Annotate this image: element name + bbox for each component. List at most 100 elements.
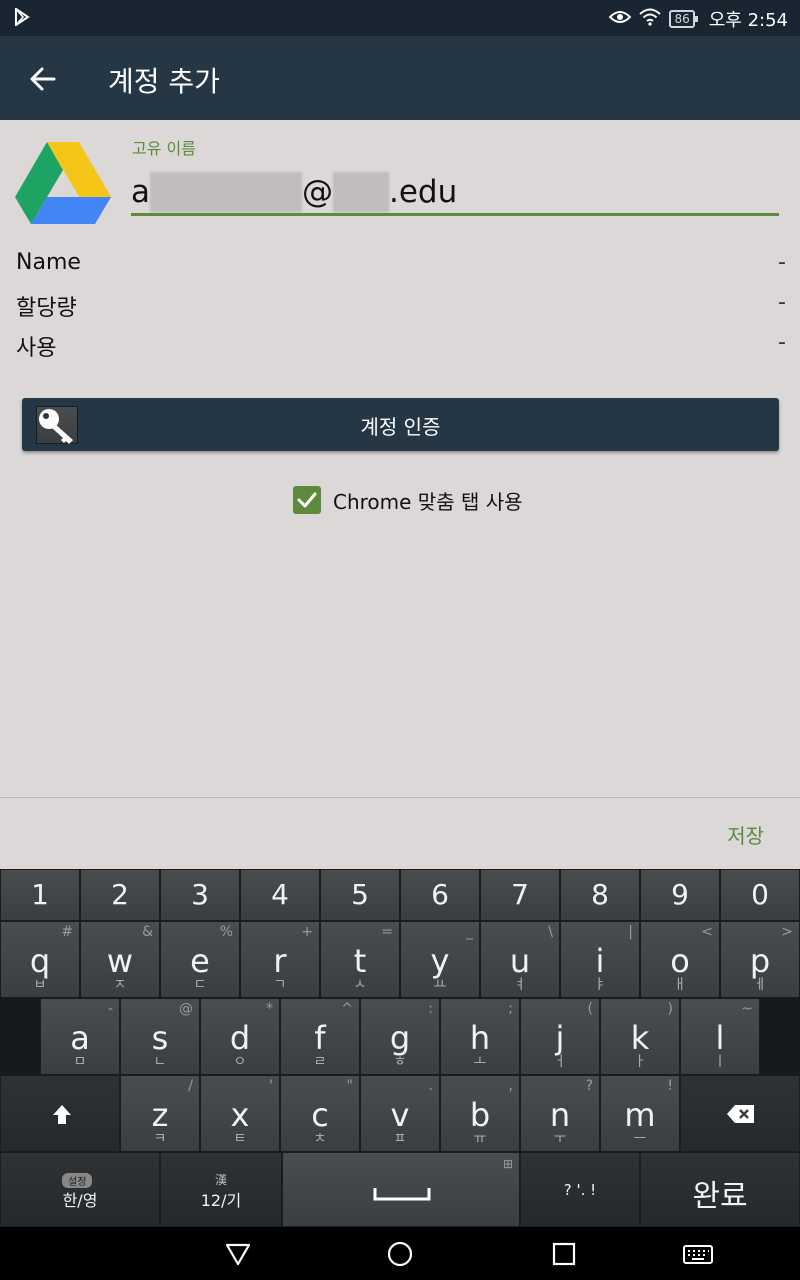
shift-key[interactable] <box>0 1075 120 1152</box>
letter-key[interactable]: a-ㅁ <box>40 998 120 1075</box>
unique-name-label: 고유 이름 <box>132 139 196 158</box>
letter-key[interactable]: j(ㅓ <box>520 998 600 1075</box>
letter-key[interactable]: g:ㅎ <box>360 998 440 1075</box>
number-key[interactable]: 2 <box>80 869 160 921</box>
authenticate-account-button[interactable]: 계정 인증 <box>22 398 779 451</box>
key-symbol: ~ <box>741 1001 753 1017</box>
backspace-key[interactable] <box>680 1075 800 1152</box>
key-symbol: % <box>219 924 233 940</box>
letter-key[interactable]: z / ㅋ <box>120 1075 200 1152</box>
chrome-custom-tabs-option[interactable]: Chrome 맞춤 탭 사용 <box>293 485 523 515</box>
key-symbol: . <box>428 1078 433 1094</box>
number-key[interactable]: 0 <box>720 869 800 921</box>
key-hangul: ㄱ <box>273 977 287 993</box>
letter-key[interactable]: v.ㅍ <box>360 1075 440 1152</box>
check-icon <box>297 492 317 508</box>
key-hangul: ㅣ <box>713 1054 727 1070</box>
space-key[interactable]: ⊞ <box>282 1152 520 1227</box>
info-row-name: Name - <box>16 250 786 280</box>
letter-key[interactable]: k) ㅏ <box>600 998 680 1075</box>
letter-key[interactable]: i | ㅑ <box>560 921 640 998</box>
key-label: 3 <box>191 878 209 911</box>
key-hangul: ㅈ <box>113 977 127 993</box>
letter-key[interactable]: m! ㅡ <box>600 1075 680 1152</box>
navigation-bar <box>0 1227 800 1280</box>
number-key[interactable]: 3 <box>160 869 240 921</box>
key-label: 9 <box>671 878 689 911</box>
key-label: 5 <box>351 878 369 911</box>
key-symbol: / <box>188 1078 193 1094</box>
number-key[interactable]: 9 <box>640 869 720 921</box>
redacted-block <box>333 172 389 212</box>
letter-key[interactable]: x ' ㅌ <box>200 1075 280 1152</box>
input-underline <box>131 213 779 216</box>
letter-key[interactable]: y _ ㅛ <box>400 921 480 998</box>
symbol-toggle-key[interactable]: 漢 12/기 <box>160 1152 282 1227</box>
space-icon <box>373 1188 431 1201</box>
letter-key[interactable]: u \ ㅕ <box>480 921 560 998</box>
redacted-block <box>150 172 302 212</box>
letter-key[interactable]: r + ㄱ <box>240 921 320 998</box>
divider <box>0 797 800 798</box>
letter-key[interactable]: b,ㅠ <box>440 1075 520 1152</box>
home-circle-icon[interactable] <box>386 1240 414 1268</box>
recents-square-icon[interactable] <box>550 1240 578 1268</box>
key-symbol: * <box>266 1001 273 1017</box>
letter-key[interactable]: e% ㄷ <box>160 921 240 998</box>
number-key[interactable]: 1 <box>0 869 80 921</box>
symbol-toggle-label: 12/기 <box>200 1191 242 1210</box>
key-hangul: ㅅ <box>353 977 367 993</box>
number-key[interactable]: 5 <box>320 869 400 921</box>
language-toggle-key[interactable]: 설정 한/영 <box>0 1152 160 1227</box>
back-triangle-icon[interactable] <box>224 1240 252 1268</box>
key-symbol: \ <box>548 924 553 940</box>
punctuation-key[interactable]: ? '. ! <box>520 1152 640 1227</box>
number-key[interactable]: 8 <box>560 869 640 921</box>
letter-key[interactable]: c " ㅊ <box>280 1075 360 1152</box>
key-symbol: - <box>107 1001 113 1017</box>
key-hangul: ㅡ <box>633 1131 647 1147</box>
key-symbol: " <box>346 1078 353 1094</box>
app-bar: 계정 추가 <box>0 36 800 120</box>
key-hangul: ㄷ <box>193 977 207 993</box>
key-label: 4 <box>271 878 289 911</box>
key-hangul: ㅌ <box>233 1131 247 1147</box>
key-symbol: _ <box>466 924 473 940</box>
letter-key[interactable]: n? ㅜ <box>520 1075 600 1152</box>
info-value: - <box>778 250 786 275</box>
key-hangul: ㅍ <box>393 1131 407 1147</box>
letter-key[interactable]: q # ㅂ <box>0 921 80 998</box>
letter-key[interactable]: h; ㅗ <box>440 998 520 1075</box>
unique-name-input[interactable]: a @ .edu <box>131 170 457 214</box>
letter-key[interactable]: s @ ㄴ <box>120 998 200 1075</box>
letter-key[interactable]: l ~ ㅣ <box>680 998 760 1075</box>
key-symbol: + <box>301 924 313 940</box>
back-arrow-icon[interactable] <box>28 64 58 94</box>
letter-key[interactable]: p > ㅔ <box>720 921 800 998</box>
letter-key[interactable]: d * ㅇ <box>200 998 280 1075</box>
settings-badge: 설정 <box>62 1173 93 1188</box>
page-title: 계정 추가 <box>108 65 220 98</box>
punctuation-label: ? '. ! <box>563 1181 597 1199</box>
wifi-icon <box>639 8 662 31</box>
letter-key[interactable]: w & ㅈ <box>80 921 160 998</box>
keyboard-switch-icon[interactable] <box>682 1240 714 1268</box>
save-button[interactable]: 저장 <box>727 820 764 849</box>
info-row-quota: 할당량 - <box>16 290 786 321</box>
authenticate-account-label: 계정 인증 <box>360 415 441 439</box>
info-label: 사용 <box>16 336 57 361</box>
status-bar: 86 오후 2:54 <box>0 0 800 36</box>
letter-key[interactable]: t = ㅅ <box>320 921 400 998</box>
number-key[interactable]: 6 <box>400 869 480 921</box>
key-label: 6 <box>431 878 449 911</box>
number-key[interactable]: 4 <box>240 869 320 921</box>
checkbox-checked[interactable] <box>293 486 321 514</box>
key-hangul: ㅜ <box>553 1131 567 1147</box>
key-symbol: < <box>701 924 713 940</box>
number-key[interactable]: 7 <box>480 869 560 921</box>
letter-key[interactable]: f ^ ㄹ <box>280 998 360 1075</box>
done-key[interactable]: 완료 <box>640 1152 800 1227</box>
key-label: 1 <box>31 878 49 911</box>
key-symbol: , <box>508 1078 513 1094</box>
letter-key[interactable]: o < ㅐ <box>640 921 720 998</box>
